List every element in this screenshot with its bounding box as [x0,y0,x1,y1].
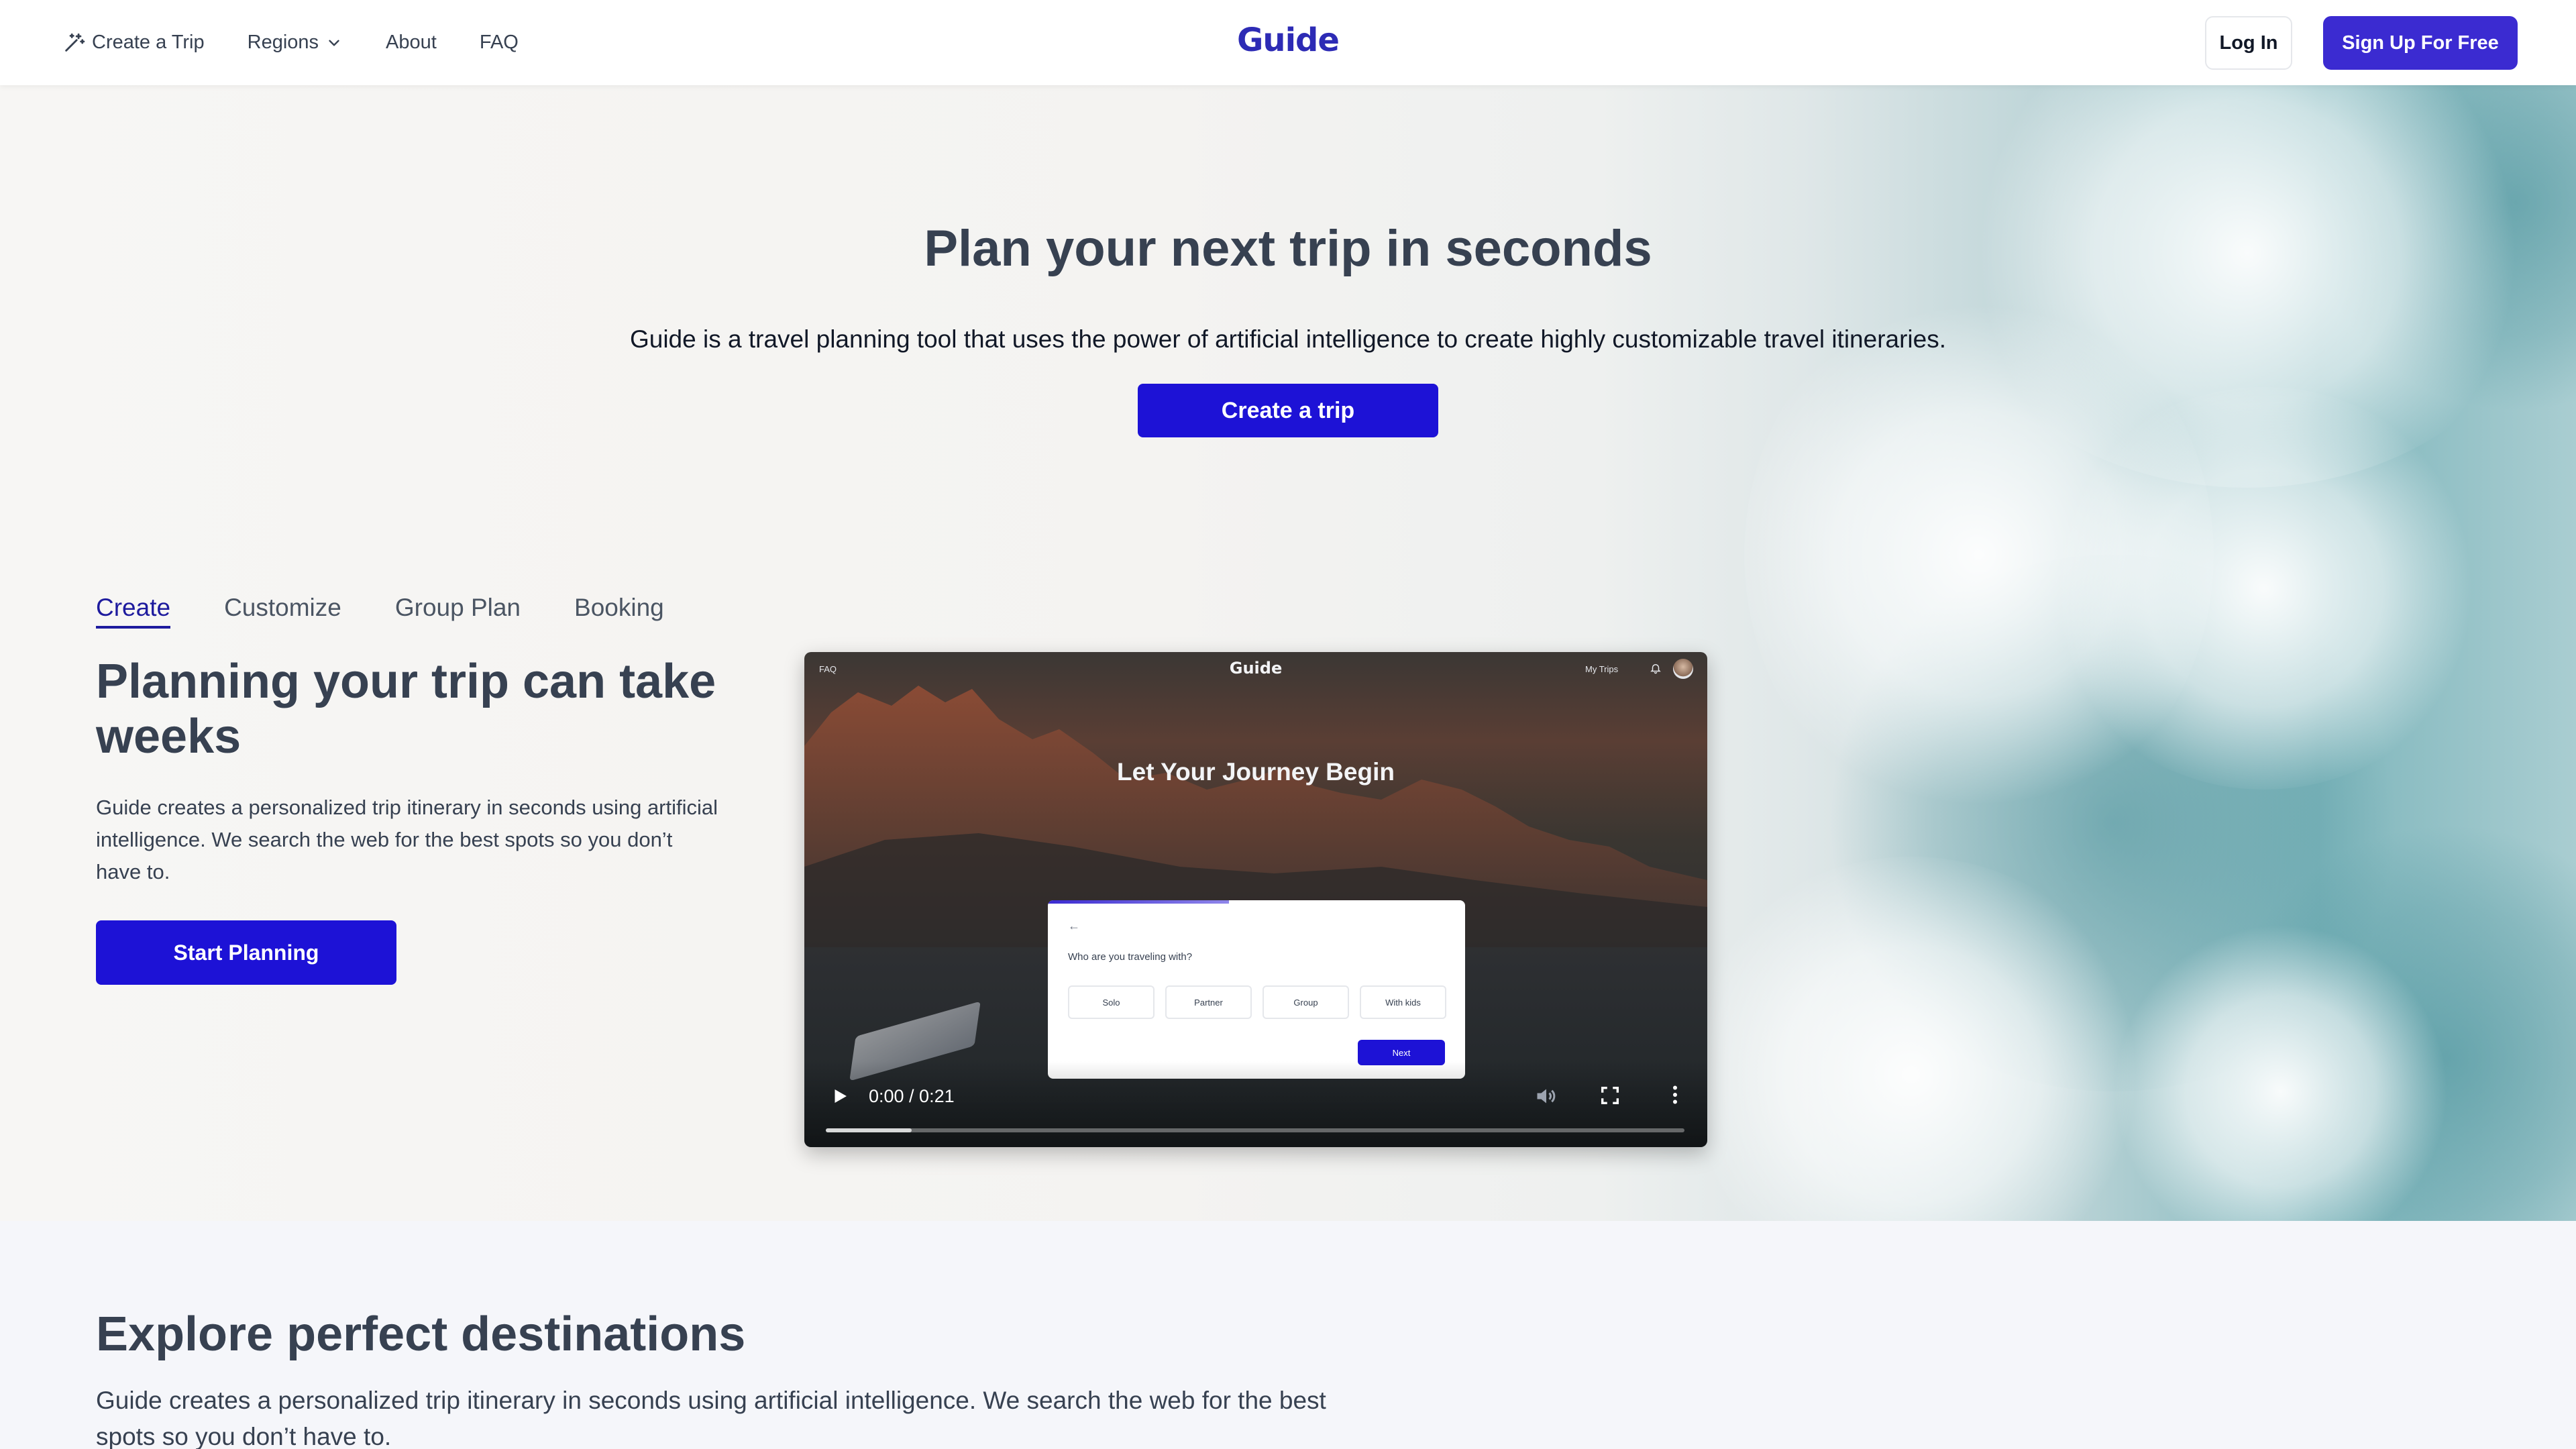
video-my-trips: My Trips [1585,664,1619,674]
fullscreen-icon[interactable] [1599,1084,1621,1110]
video-question-card: ← Who are you traveling with? Solo Partn… [1048,900,1465,1079]
back-arrow-icon: ← [1068,919,1080,932]
video-option-solo: Solo [1068,985,1155,1019]
tab-group-plan[interactable]: Group Plan [395,594,521,629]
feature-tabs: Create Customize Group Plan Booking [96,594,718,629]
top-navbar: Create a Trip Regions About FAQ Guide Lo… [0,0,2576,85]
video-time: 0:00 / 0:21 [869,1086,955,1106]
tab-booking[interactable]: Booking [574,594,664,629]
video-guide-logo: Guide [1229,659,1283,678]
play-icon[interactable] [830,1086,850,1110]
video-option-partner: Partner [1165,985,1252,1019]
video-progress-bar [1048,900,1229,904]
nav-links: Create a Trip Regions About FAQ [62,0,561,85]
hero-title-bold: in seconds [1385,220,1652,277]
video-question: Who are you traveling with? [1068,951,1193,963]
magic-wand-icon [62,32,85,54]
explore-section: Explore perfect destinations Guide creat… [0,1221,2576,1449]
volume-icon[interactable] [1534,1084,1558,1112]
nav-regions-label: Regions [247,32,319,53]
video-seek-bar[interactable] [826,1128,1684,1132]
hero-title: Plan your next trip in seconds [0,219,2576,278]
guide-logo[interactable]: Guide [1237,21,1340,59]
login-button[interactable]: Log In [2205,16,2292,70]
hero-title-regular: Plan your next trip [924,220,1386,277]
explore-description: Guide creates a personalized trip itiner… [96,1387,1326,1449]
nav-faq[interactable]: FAQ [480,32,519,54]
nav-create-trip[interactable]: Create a Trip [62,32,205,54]
video-option-with-kids: With kids [1360,985,1446,1019]
feature-description: Guide creates a personalized trip itiner… [96,796,718,883]
more-vert-icon[interactable] [1663,1083,1687,1110]
bell-icon [1650,661,1662,678]
video-buffered-range [826,1128,912,1132]
signup-button[interactable]: Sign Up For Free [2323,16,2518,70]
video-options: Solo Partner Group With kids [1068,985,1446,1019]
video-headline: Let Your Journey Begin [1117,758,1395,786]
nav-about[interactable]: About [386,32,437,54]
start-planning-button[interactable]: Start Planning [96,920,396,985]
explore-title: Explore perfect destinations [96,1307,746,1361]
tab-create[interactable]: Create [96,594,171,629]
feature-title: Planning your trip can take weeks [96,655,716,763]
video-option-group: Group [1263,985,1349,1019]
demo-video-player[interactable]: FAQ Guide My Trips Let Your Journey Begi… [804,652,1707,1147]
video-faq-link: FAQ [819,664,837,674]
hero-subtitle: Guide is a travel planning tool that use… [629,325,1947,353]
video-controls: 0:00 / 0:21 [804,1061,1707,1147]
nav-faq-label: FAQ [479,32,519,53]
hero-section: Plan your next trip in seconds Guide is … [0,85,2576,1221]
create-trip-button[interactable]: Create a trip [1138,384,1438,437]
video-avatar [1673,659,1693,679]
nav-about-label: About [386,32,437,53]
tab-customize[interactable]: Customize [224,594,341,629]
nav-create-trip-label: Create a Trip [92,32,205,53]
chevron-down-icon [325,34,343,52]
nav-regions-dropdown[interactable]: Regions [248,32,343,54]
